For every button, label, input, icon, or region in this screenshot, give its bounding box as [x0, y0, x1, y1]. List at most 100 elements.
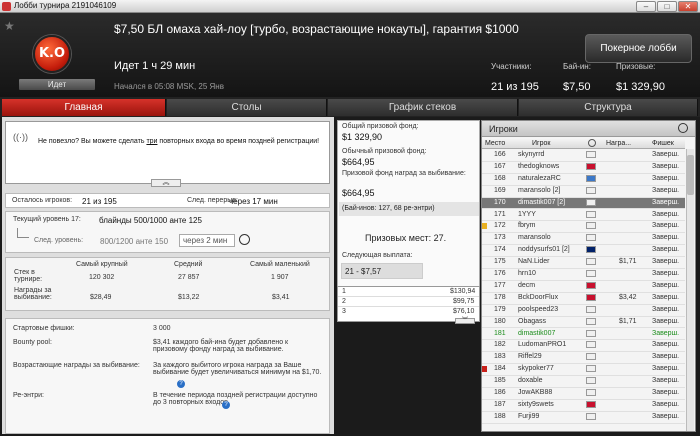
player-chips: Заверш. — [652, 305, 680, 313]
player-name: doxable — [518, 377, 543, 385]
tournament-name: $7,50 БЛ омаха хай-лоу [турбо, возрастаю… — [114, 22, 519, 36]
player-row[interactable]: 178 BckDoorFlux $3,42 Заверш. — [482, 293, 685, 305]
expand-payouts-button[interactable]: ︾ — [455, 318, 475, 324]
col-place[interactable]: Место — [485, 140, 505, 147]
player-row[interactable]: 184 skypoker77 Заверш. — [482, 364, 685, 377]
player-chips: Заверш. — [652, 365, 680, 373]
poker-lobby-button[interactable]: Покерное лобби — [585, 34, 692, 63]
player-row[interactable]: 185 doxable Заверш. — [482, 376, 685, 388]
player-chips: Заверш. — [652, 210, 680, 218]
close-button[interactable]: ✕ — [678, 1, 698, 12]
player-row[interactable]: 182 LudomanPRO1 Заверш. — [482, 340, 685, 353]
player-place: 176 — [494, 270, 506, 277]
col-player[interactable]: Игрок — [532, 140, 550, 147]
players-scrollbar[interactable] — [686, 149, 694, 431]
player-row[interactable]: 186 JowAKB88 Заверш. — [482, 388, 685, 400]
player-chips: Заверш. — [652, 186, 680, 194]
search-icon[interactable] — [678, 123, 688, 133]
detail-value-bounty-pool: $3,41 каждого бай-ина будет добавлено к … — [153, 339, 289, 353]
collapse-notice-button[interactable]: ︽ — [151, 179, 181, 187]
col-bounty[interactable]: Награ... — [606, 140, 631, 147]
player-row[interactable]: 170 dimastik007 [2] Заверш. — [482, 197, 685, 210]
player-chips: Заверш. — [652, 317, 680, 325]
player-place: 175 — [494, 258, 506, 266]
notice-link[interactable]: три — [146, 138, 157, 145]
player-row[interactable]: 176 hrn10 Заверш. — [482, 269, 685, 281]
total-prize-value: $1 329,90 — [342, 132, 383, 142]
stack-header-smallest: Самый маленький — [250, 261, 310, 268]
country-flag-icon — [586, 222, 596, 230]
player-place: 167 — [494, 162, 506, 170]
player-chips: Заверш. — [652, 400, 680, 408]
player-name: BckDoorFlux — [518, 293, 559, 301]
player-row[interactable]: 171 1YYY Заверш. — [482, 210, 685, 222]
player-place: 187 — [494, 400, 506, 408]
tab-main[interactable]: Главная — [2, 99, 166, 116]
player-row[interactable]: 168 naturalezaRC Заверш. — [482, 174, 685, 186]
info-icon[interactable]: ? — [177, 380, 185, 388]
stack-average-value: 27 857 — [178, 274, 200, 281]
player-place: 170 — [494, 198, 506, 206]
note-marker-icon — [482, 223, 487, 230]
tournament-header: ★ K.O Идет $7,50 БЛ омаха хай-лоу [турбо… — [0, 13, 700, 97]
next-level-timer: через 2 мин — [179, 234, 235, 247]
info-icon[interactable]: ? — [222, 401, 230, 409]
minimize-button[interactable]: – — [636, 1, 656, 12]
player-row[interactable]: 172 fbrym Заверш. — [482, 221, 685, 234]
player-name: LudomanPRO1 — [518, 341, 567, 349]
payout-row: 1 $130,94 — [338, 288, 479, 297]
player-row[interactable]: 188 Furji99 Заверш. — [482, 412, 685, 424]
window-title: Лобби турнира 2191046109 — [14, 1, 117, 10]
player-row[interactable]: 179 poolspeed23 Заверш. — [482, 305, 685, 317]
country-flag-icon — [586, 412, 596, 420]
favorite-star-icon[interactable]: ★ — [4, 19, 15, 33]
player-row[interactable]: 180 Obagass $1,71 Заверш. — [482, 317, 685, 329]
maximize-button[interactable]: □ — [657, 1, 677, 12]
player-row[interactable]: 169 maransolo [2] Заверш. — [482, 186, 685, 198]
prizepool-label: Призовые: — [616, 62, 656, 71]
player-row[interactable]: 181 dimastik007 Заверш. — [482, 329, 685, 341]
level-arrow-icon — [17, 228, 29, 238]
player-bounty: $3,42 — [619, 293, 637, 301]
col-chips[interactable]: Фишек — [652, 140, 674, 147]
player-name: fbrym — [518, 222, 536, 230]
globe-icon[interactable] — [588, 139, 596, 147]
player-place: 183 — [494, 353, 506, 361]
blind-levels-box: Текущий уровень 17: блайнды 500/1000 ант… — [5, 211, 330, 253]
country-flag-icon — [586, 317, 596, 325]
player-chips: Заверш. — [652, 162, 680, 170]
players-left-row: Осталось игроков: 21 из 195 След. переры… — [5, 193, 330, 208]
scrollbar-thumb[interactable] — [687, 155, 694, 195]
player-row[interactable]: 173 maransolo Заверш. — [482, 233, 685, 246]
notice-text-post: повторных входа во время поздней регистр… — [157, 138, 320, 145]
entrants-label: Участники: — [491, 62, 532, 71]
player-row[interactable]: 167 thedogknows Заверш. — [482, 162, 685, 174]
tab-tables[interactable]: Столы — [167, 99, 327, 116]
bounty-prize-label: Призовой фонд наград за выбивание: — [342, 170, 466, 177]
payout-row: 2 $99,75 — [338, 298, 479, 307]
player-name: poolspeed23 — [518, 305, 559, 313]
player-row[interactable]: 187 sixty9swets Заверш. — [482, 400, 685, 412]
country-flag-icon — [586, 400, 596, 408]
bounty-row-label: Награды за выбивание: — [14, 287, 52, 301]
window-titlebar: Лобби турнира 2191046109 – □ ✕ — [0, 0, 700, 13]
player-name: naturalezaRC — [518, 174, 561, 182]
next-payout-label: Следующая выплата: — [342, 252, 413, 259]
player-row[interactable]: 174 noddysurfs01 [2] Заверш. — [482, 245, 685, 258]
country-flag-icon — [586, 151, 596, 158]
player-row[interactable]: 183 Riffel29 Заверш. — [482, 352, 685, 365]
player-bounty: $1,71 — [619, 317, 637, 325]
player-row[interactable]: 177 decm Заверш. — [482, 281, 685, 293]
player-row[interactable]: 175 NaN.Lider $1,71 Заверш. — [482, 257, 685, 269]
tab-structure[interactable]: Структура — [519, 99, 698, 116]
player-bounty: $1,71 — [619, 258, 637, 266]
next-break-value: через 17 мин — [229, 197, 278, 206]
antenna-icon: ((·)) — [13, 132, 28, 142]
player-row[interactable]: 166 skynyrrd Заверш. — [482, 150, 685, 162]
player-place: 181 — [494, 329, 506, 337]
note-marker-icon — [482, 366, 487, 373]
player-name: Furji99 — [518, 412, 540, 420]
tab-stack-chart[interactable]: График стеков — [328, 99, 518, 116]
country-flag-icon — [586, 341, 596, 349]
country-flag-icon — [586, 162, 596, 170]
